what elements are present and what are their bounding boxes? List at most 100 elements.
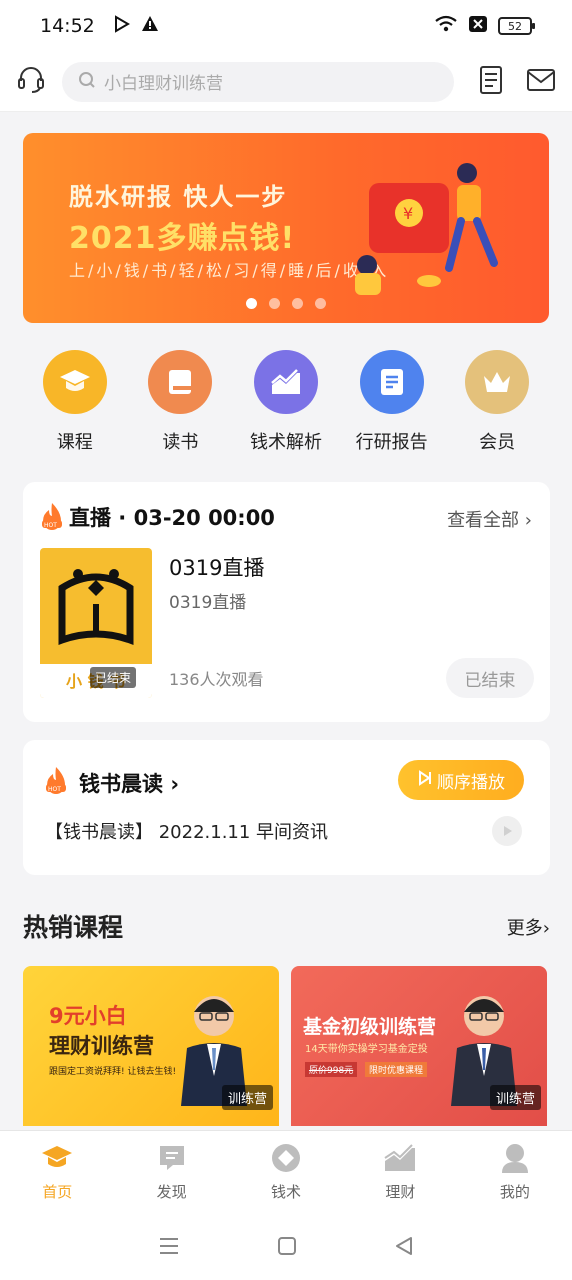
category-label: 行研报告 xyxy=(355,432,428,453)
back-icon[interactable] xyxy=(393,1235,415,1261)
headset-icon[interactable] xyxy=(16,65,46,99)
category-label: 读书 xyxy=(162,432,199,453)
category-label: 会员 xyxy=(479,432,516,453)
category-label: 课程 xyxy=(56,432,93,453)
ended-badge: 已结束 xyxy=(90,667,137,688)
course-tag: 训练营 xyxy=(221,1085,273,1110)
category-analysis[interactable]: 钱术解析 xyxy=(233,350,339,454)
course-title: 基金初级训练营 xyxy=(303,1016,437,1038)
play-store-icon xyxy=(113,15,131,37)
banner-pagination[interactable] xyxy=(23,298,549,309)
banner-dot[interactable] xyxy=(246,298,257,309)
ended-button[interactable]: 已结束 xyxy=(446,658,534,698)
live-subtitle: 0319直播 xyxy=(169,593,247,613)
banner-headline: 脱水研报 快人一步 xyxy=(69,183,288,211)
banner-illustration: ¥ xyxy=(355,163,498,295)
category-reading[interactable]: 读书 xyxy=(128,350,234,454)
mail-icon[interactable] xyxy=(526,68,556,96)
crown-icon xyxy=(465,350,530,414)
play-next-icon xyxy=(417,769,433,791)
category-label: 钱术解析 xyxy=(249,432,322,453)
nav-label: 我的 xyxy=(499,1183,530,1201)
more-label: 更多 xyxy=(506,918,543,939)
report-icon xyxy=(359,350,424,414)
play-button-label: 顺序播放 xyxy=(437,772,505,793)
svg-text:HOT: HOT xyxy=(44,522,57,529)
user-icon xyxy=(498,1141,532,1175)
category-course[interactable]: 课程 xyxy=(22,350,128,454)
status-time: 14:52 xyxy=(40,15,95,37)
nav-finance[interactable]: 理财 xyxy=(343,1131,457,1216)
nav-label: 首页 xyxy=(42,1183,73,1201)
course-subtitle: 理财训练营 xyxy=(49,1034,154,1058)
course-tag: 训练营 xyxy=(489,1085,541,1110)
nav-discover[interactable]: 发现 xyxy=(114,1131,228,1216)
search-placeholder: 小白理财训练营 xyxy=(104,74,223,94)
nav-home[interactable]: 首页 xyxy=(0,1131,114,1216)
live-view-count: 136人次观看 xyxy=(169,670,264,689)
hot-courses-title: 热销课程 xyxy=(23,913,124,942)
message-icon xyxy=(155,1141,189,1175)
app-header: 小白理财训练营 xyxy=(0,52,572,112)
category-member[interactable]: 会员 xyxy=(444,350,550,454)
banner-dot[interactable] xyxy=(315,298,326,309)
book-mascot-icon xyxy=(58,569,134,645)
svg-text:HOT: HOT xyxy=(48,786,61,793)
live-title: 直播 · 03-20 00:00 xyxy=(69,506,275,530)
status-bar: 14:52 52 xyxy=(0,0,572,52)
nav-skills[interactable]: 钱术 xyxy=(229,1131,343,1216)
see-all-link[interactable]: 查看全部 › xyxy=(447,506,532,532)
course-card[interactable]: 基金初级训练营 14天带你实操学习基金定投 原价998元 限时优惠课程 训练营 xyxy=(291,966,547,1126)
chevron-right-icon: › xyxy=(542,918,550,939)
close-box-icon xyxy=(468,15,488,37)
category-report[interactable]: 行研报告 xyxy=(339,350,445,454)
svg-text:¥: ¥ xyxy=(403,204,413,223)
coin-icon xyxy=(269,1141,303,1175)
home-icon[interactable] xyxy=(276,1235,298,1261)
chevron-right-icon: › xyxy=(170,772,179,796)
nav-profile[interactable]: 我的 xyxy=(458,1131,572,1216)
course-subtitle: 14天带你实操学习基金定投 xyxy=(305,1044,428,1055)
system-nav-bar xyxy=(0,1216,572,1280)
search-input[interactable]: 小白理财训练营 xyxy=(62,61,454,102)
course-title: 9元小白 xyxy=(49,1004,127,1028)
chevron-right-icon: › xyxy=(524,510,532,531)
wifi-icon xyxy=(434,15,458,37)
live-name[interactable]: 0319直播 xyxy=(169,552,264,582)
nav-label: 钱术 xyxy=(271,1183,302,1201)
live-card: HOT 直播 · 03-20 00:00 查看全部 › 小 钱 书 已结束 03… xyxy=(23,482,550,722)
book-icon xyxy=(148,350,213,414)
banner-subtitle: 上/小/钱/书/轻/松/习/得/睡/后/收/入 xyxy=(69,261,390,280)
course-promo: 限时优惠课程 xyxy=(365,1062,428,1077)
course-desc: 跟国定工资说拜拜! 让钱去生钱! xyxy=(49,1067,177,1077)
nav-label: 发现 xyxy=(156,1183,187,1201)
live-thumbnail[interactable]: 小 钱 书 已结束 xyxy=(40,548,152,698)
trend-chart-icon xyxy=(253,350,318,414)
document-icon[interactable] xyxy=(478,65,504,99)
hot-flame-icon: HOT xyxy=(43,766,69,796)
sequential-play-button[interactable]: 顺序播放 xyxy=(398,760,524,800)
play-icon[interactable] xyxy=(492,816,522,846)
trend-chart-icon xyxy=(383,1141,417,1175)
see-all-label: 查看全部 xyxy=(447,510,520,531)
morning-item-title[interactable]: 【钱书晨读】 2022.1.11 早间资讯 xyxy=(45,818,328,844)
course-card[interactable]: 9元小白 理财训练营 跟国定工资说拜拜! 让钱去生钱! 训练营 xyxy=(23,966,279,1126)
banner-title: 2021多赚点钱! xyxy=(69,221,296,256)
nav-label: 理财 xyxy=(385,1183,416,1201)
course-original-price: 原价998元 xyxy=(305,1062,358,1077)
search-icon xyxy=(78,71,96,93)
morning-reading-card: HOT 钱书晨读 › 顺序播放 【钱书晨读】 2022.1.11 早间资讯 xyxy=(23,740,550,875)
battery-indicator: 52 xyxy=(498,17,535,35)
promo-banner[interactable]: 脱水研报 快人一步 2021多赚点钱! 上/小/钱/书/轻/松/习/得/睡/后/… xyxy=(23,133,549,323)
banner-dot[interactable] xyxy=(269,298,280,309)
warning-icon xyxy=(141,15,159,37)
bottom-nav: 首页 发现 钱术 理财 我的 xyxy=(0,1130,572,1216)
morning-title[interactable]: 钱书晨读 › xyxy=(79,768,179,798)
hot-flame-icon: HOT xyxy=(39,502,65,532)
banner-dot[interactable] xyxy=(292,298,303,309)
more-link[interactable]: 更多› xyxy=(507,914,550,940)
category-grid: 课程 读书 钱术解析 行研报告 会员 xyxy=(22,350,550,454)
graduation-cap-icon xyxy=(42,350,107,414)
menu-icon[interactable] xyxy=(157,1235,181,1261)
morning-title-label: 钱书晨读 xyxy=(79,772,163,796)
